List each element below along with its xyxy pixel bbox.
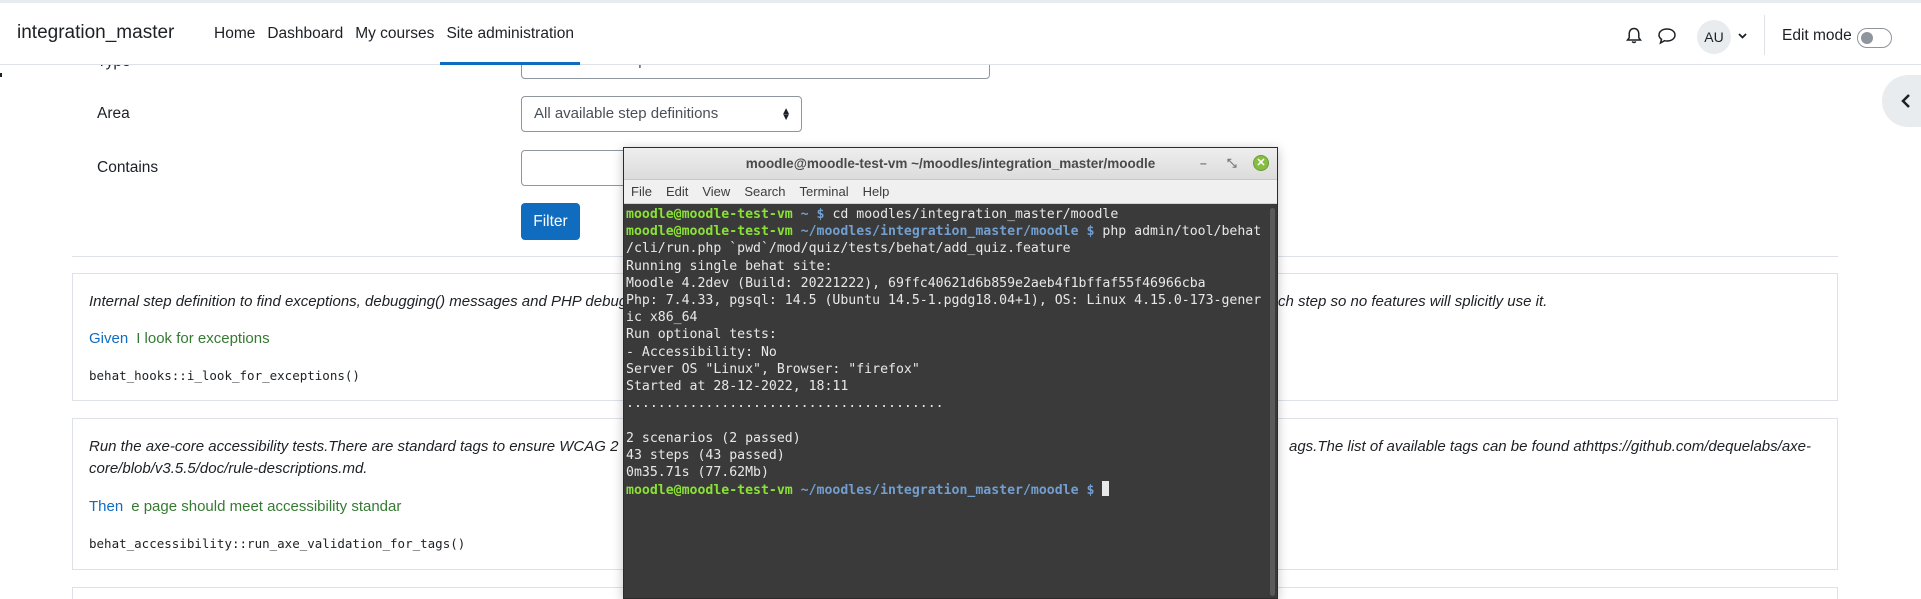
prompt-user: moodle@moodle-test-vm [626, 224, 793, 240]
nav-my-courses[interactable]: My courses [349, 3, 440, 65]
step-signature: Given I look for exceptions [89, 330, 270, 347]
terminal-line: moodle@moodle-test-vm ~/moodles/integrat… [626, 223, 1275, 240]
nav-home[interactable]: Home [208, 3, 261, 65]
menu-view[interactable]: View [702, 184, 730, 199]
prompt-path: ~ $ [792, 207, 833, 222]
top-navbar: integration_master Home Dashboard My cou… [0, 0, 1921, 65]
step-keyword: Given [89, 330, 129, 347]
terminal-line: Run optional tests: [626, 327, 777, 343]
command: cd moodles/integration_master/moodle [832, 207, 1119, 222]
terminal-line: 0m35.71s (77.62Mb) [626, 465, 769, 481]
terminal-line: ........................................ [626, 396, 944, 412]
prompt-user: moodle@moodle-test-vm [626, 483, 793, 499]
nav-dashboard[interactable]: Dashboard [261, 3, 349, 65]
chevron-left-icon [1901, 94, 1910, 108]
navbar-divider [1764, 15, 1765, 55]
menu-edit[interactable]: Edit [666, 184, 688, 199]
area-select-value: All available step definitions [534, 105, 719, 122]
menu-search[interactable]: Search [744, 184, 785, 199]
area-label: Area [97, 105, 130, 122]
terminal-cursor [1102, 481, 1110, 497]
terminal-line: Moodle 4.2dev (Build: 20221222), 69ffc40… [626, 275, 1206, 291]
terminal-line: Started at 28-12-2022, 18:11 [626, 379, 849, 395]
terminal-line: /cli/run.php `pwd`/mod/quiz/tests/behat/… [626, 241, 1071, 257]
terminal-line: Server OS "Linux", Browser: "firefox" [626, 361, 920, 377]
terminal-window[interactable]: moodle@moodle-test-vm ~/moodles/integrat… [623, 147, 1278, 599]
bell-icon[interactable] [1625, 27, 1643, 45]
step-description-tail: ch step so no features will splicitly us… [1278, 293, 1548, 310]
prompt-path: ~/moodles/integration_master/moodle $ [792, 224, 1103, 240]
prompt-path: ~/moodles/integration_master/moodle $ [792, 483, 1103, 499]
filter-button[interactable]: Filter [521, 203, 580, 240]
page-edge-mark [0, 73, 2, 77]
contains-label: Contains [97, 159, 159, 176]
select-arrows-icon: ▲ ▼ [781, 106, 791, 123]
avatar[interactable]: AU [1697, 20, 1731, 54]
step-description: Run the axe-core accessibility tests.The… [89, 438, 619, 455]
step-description: Internal step definition to find excepti… [89, 293, 628, 310]
chevron-down-icon[interactable] [1738, 33, 1747, 39]
terminal-output[interactable]: moodle@moodle-test-vm ~ $ cd moodles/int… [624, 204, 1277, 499]
contains-input[interactable] [521, 150, 631, 186]
terminal-line: moodle@moodle-test-vm ~ $ cd moodles/int… [626, 206, 1275, 223]
nav-site-administration[interactable]: Site administration [440, 3, 580, 65]
menu-help[interactable]: Help [863, 184, 890, 199]
step-description-tail: ags.The list of available tags can be fo… [1289, 438, 1811, 455]
chat-icon[interactable] [1657, 27, 1677, 45]
step-phrase: e page should meet accessibility standar [131, 498, 402, 515]
terminal-line: Running single behat site: [626, 258, 833, 274]
step-keyword: Then [89, 498, 124, 515]
terminal-title: moodle@moodle-test-vm ~/moodles/integrat… [745, 156, 1156, 171]
step-description-line2: core/blob/v3.5.5/doc/rule-descriptions.m… [89, 460, 368, 477]
menu-terminal[interactable]: Terminal [800, 184, 849, 199]
terminal-menubar: File Edit View Search Terminal Help [624, 180, 1277, 204]
terminal-line: 43 steps (43 passed) [626, 447, 785, 463]
command: php admin/tool/behat [1102, 224, 1262, 240]
terminal-titlebar[interactable]: moodle@moodle-test-vm ~/moodles/integrat… [624, 148, 1277, 180]
close-icon[interactable]: ✕ [1253, 155, 1269, 171]
step-phrase: I look for exceptions [136, 330, 270, 347]
maximize-icon[interactable]: ⤡ [1227, 156, 1237, 170]
terminal-line: 2 scenarios (2 passed) [626, 430, 801, 446]
site-brand[interactable]: integration_master [17, 22, 174, 44]
prompt-user: moodle@moodle-test-vm [626, 207, 793, 222]
minimize-icon[interactable]: – [1200, 156, 1207, 170]
primary-navigation: Home Dashboard My courses Site administr… [208, 3, 580, 65]
terminal-line: ic x86_64 [626, 310, 698, 326]
terminal-line: - Accessibility: No [626, 344, 777, 360]
terminal-line: Php: 7.4.33, pgsql: 14.5 (Ubuntu 14.5-1.… [626, 293, 1262, 309]
terminal-line: moodle@moodle-test-vm ~/moodles/integrat… [626, 481, 1275, 499]
terminal-scrollbar[interactable] [1270, 208, 1275, 596]
edit-mode-toggle[interactable] [1857, 28, 1892, 48]
menu-file[interactable]: File [631, 184, 652, 199]
open-block-drawer-button[interactable] [1882, 75, 1921, 127]
step-method: behat_hooks::i_look_for_exceptions() [89, 368, 360, 383]
area-select[interactable]: All available step definitions ▲ ▼ [521, 96, 802, 132]
edit-mode-label: Edit mode [1782, 27, 1852, 44]
step-signature: Then e page should meet accessibility sta… [89, 498, 401, 515]
step-method: behat_accessibility::run_axe_validation_… [89, 536, 466, 551]
